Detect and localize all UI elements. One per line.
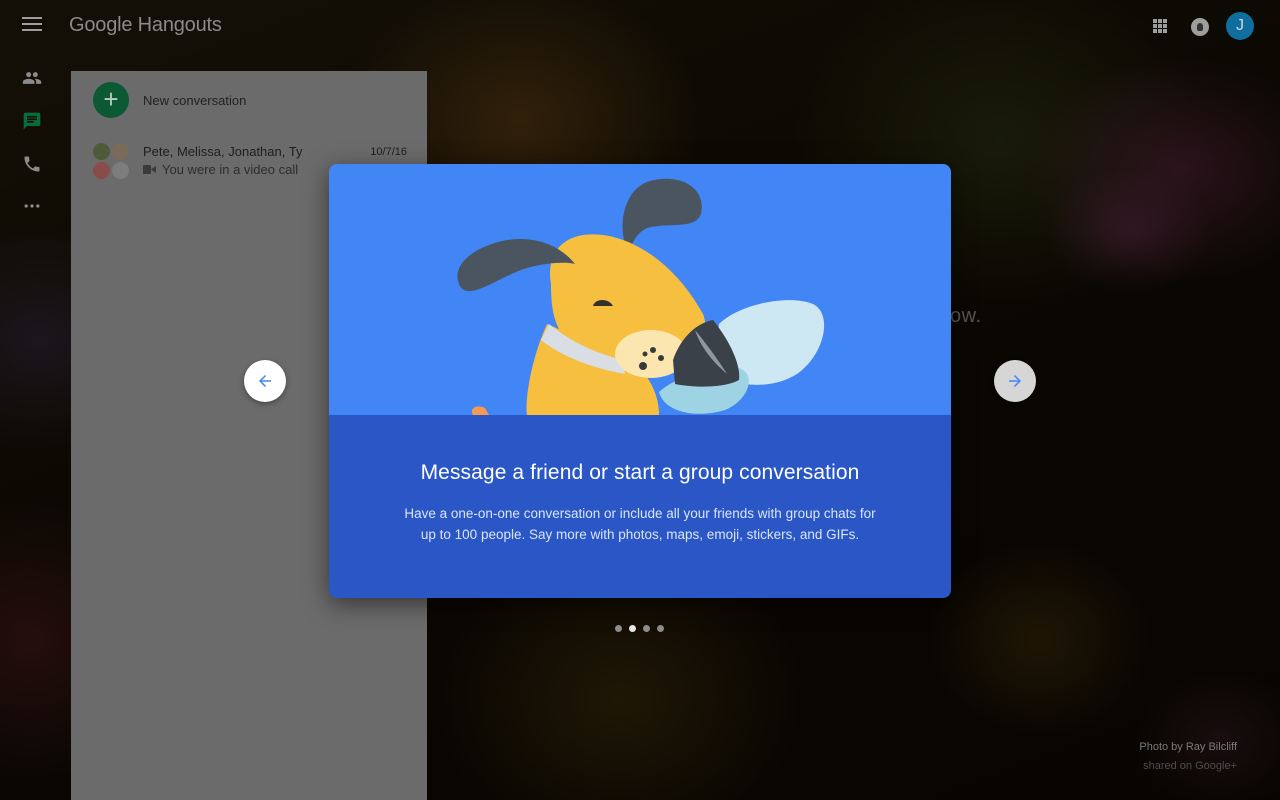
group-avatar [93,143,129,179]
photo-credit-source[interactable]: shared on Google+ [1139,760,1237,772]
new-conversation-label: New conversation [143,92,247,108]
dialog-title: Message a friend or start a group conver… [420,461,860,484]
phone-icon[interactable] [22,154,42,174]
page-dot-4[interactable] [657,625,664,632]
previous-button[interactable] [244,360,286,402]
background-welcome-text: ow. [950,305,982,327]
chat-icon[interactable] [22,111,42,131]
dialog-description: Have a one-on-one conversation or includ… [404,506,876,542]
photo-credit-author: Photo by Ray Bilcliff [1139,741,1237,753]
arrow-right-icon [1009,375,1021,387]
conversation-title: Pete, Melissa, Jonathan, Ty [143,144,303,159]
arrow-left-icon [259,375,271,387]
conversation-date: 10/7/16 [370,146,407,158]
next-button[interactable] [994,360,1036,402]
app-title: Google Hangouts [69,14,222,36]
intro-carousel-dialog: Message a friend or start a group conver… [329,164,951,598]
more-icon[interactable] [22,196,42,216]
people-icon[interactable] [22,68,42,88]
apps-grid-icon[interactable] [1153,19,1167,33]
conversation-subtitle: You were in a video call [143,162,298,177]
dog-illustration [329,164,951,415]
dog-illustration-art [457,178,825,415]
notifications-icon[interactable] [1191,18,1209,36]
conversation-subtitle-text: You were in a video call [162,162,299,177]
page-dot-3[interactable] [643,625,650,632]
page-dot-1[interactable] [615,625,622,632]
page-dot-2[interactable] [629,625,636,632]
dialog-body: Message a friend or start a group conver… [329,415,951,598]
new-conversation[interactable]: + New conversation [93,82,246,118]
carousel-pagination [615,625,664,632]
add-icon[interactable]: + [93,82,129,118]
photo-credit: Photo by Ray Bilcliff shared on Google+ [1139,741,1237,772]
video-icon [143,165,156,174]
avatar[interactable]: J [1226,12,1254,40]
menu-icon[interactable] [22,17,42,33]
